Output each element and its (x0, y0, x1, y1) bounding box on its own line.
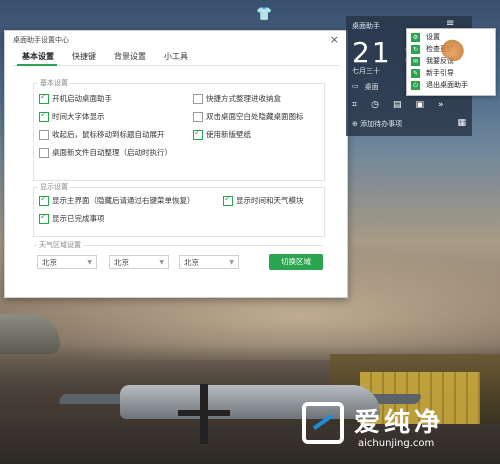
option-auto-start[interactable]: 开机启动桌面助手 (39, 92, 112, 104)
option-show-completed[interactable]: 显示已完成事项 (39, 212, 105, 224)
settings-window-title: 桌面助手设置中心 (13, 36, 69, 44)
option-label: 显示已完成事项 (52, 214, 105, 223)
option-label: 显示时间和天气模块 (236, 196, 304, 205)
settings-window: 桌面助手设置中心 × 基本设置 快捷键 背景设置 小工具 基本设置 开机启动桌面… (4, 30, 348, 298)
option-label: 桌面新文件自动整理（启动时执行） (52, 148, 172, 157)
checkbox-checked[interactable] (193, 128, 203, 140)
option-label: 时间大字体显示 (52, 112, 105, 121)
add-todo-label: 添加待办事项 (360, 120, 403, 128)
option-shortcut-box[interactable]: 快捷方式整理进收纳盒 (193, 93, 281, 104)
menu-item-exit[interactable]: ⏻ 退出桌面助手 (411, 80, 468, 90)
menu-item-label: 退出桌面助手 (426, 81, 468, 89)
chevron-down-icon: ▼ (229, 259, 234, 266)
chevron-down-icon: ▼ (159, 259, 164, 266)
widget-context-menu: ⚙ 设置 ↻ 检查更新 ✉ 我要反馈 ✎ 新手引导 ⏻ 退出桌面助手 (406, 28, 496, 96)
menu-item-label: 新手引导 (426, 69, 454, 77)
checkbox-checked[interactable] (39, 92, 49, 104)
select-value: 北京 (42, 258, 57, 267)
checkbox-checked[interactable] (39, 212, 49, 224)
more-icon[interactable]: » (438, 100, 444, 110)
group-title: 天气区域设置 (37, 240, 83, 250)
watermark-logo-icon (302, 402, 344, 444)
crop-icon[interactable]: ⌗ (352, 100, 357, 110)
option-hide-icons[interactable]: 双击桌面空白处隐藏桌面图标 (193, 111, 304, 122)
gear-icon: ⚙ (411, 32, 420, 42)
tab-widgets[interactable]: 小工具 (155, 51, 197, 66)
refresh-icon: ↻ (411, 44, 420, 54)
select-value: 北京 (114, 258, 129, 267)
exit-icon: ⏻ (411, 80, 420, 90)
feedback-icon: ✉ (411, 56, 420, 66)
watermark-brand: 爱纯净 (354, 408, 445, 438)
tab-background[interactable]: 背景设置 (105, 51, 155, 66)
grid-icon[interactable]: ▦ (457, 118, 466, 128)
option-label: 显示主界面（隐藏后请通过右键菜单恢复） (52, 196, 195, 205)
watermark-url: aichunjing.com (358, 438, 435, 449)
option-new-wallpaper[interactable]: 使用新版壁纸 (193, 128, 251, 140)
widget-date: 七月三十 (352, 67, 380, 75)
clock-icon[interactable]: ◷ (371, 100, 379, 110)
menu-item-settings[interactable]: ⚙ 设置 (411, 32, 440, 42)
note-icon[interactable]: ▤ (393, 100, 402, 110)
option-show-weather[interactable]: 显示时间和天气模块 (223, 194, 304, 206)
menu-item-label: 设置 (426, 33, 440, 41)
add-todo-button[interactable]: ⊕ 添加待办事项 (352, 119, 402, 129)
select-value: 北京 (184, 258, 199, 267)
province-select[interactable]: 北京 ▼ (37, 255, 97, 269)
tab-divider (13, 65, 339, 66)
checkbox[interactable] (193, 111, 203, 122)
option-large-font[interactable]: 时间大字体显示 (39, 110, 105, 122)
close-icon[interactable]: × (330, 33, 339, 46)
option-label: 双击桌面空白处隐藏桌面图标 (206, 112, 304, 121)
option-auto-expand[interactable]: 收起后，鼠标移动到标题自动展开 (39, 129, 165, 140)
switch-region-button[interactable]: 切换区域 (269, 254, 323, 270)
option-auto-organize[interactable]: 桌面新文件自动整理（启动时执行） (39, 147, 172, 158)
guide-icon: ✎ (411, 68, 420, 78)
active-tab-indicator (17, 64, 57, 66)
option-label: 使用新版壁纸 (206, 130, 251, 139)
checkbox-checked[interactable] (39, 110, 49, 122)
option-label: 收起后，鼠标移动到标题自动展开 (52, 130, 165, 139)
tshirt-icon[interactable]: 👕 (256, 7, 272, 22)
checkbox[interactable] (39, 129, 49, 140)
wallpaper-propeller-blade (178, 410, 230, 416)
widget-toolbar: ⌗ ◷ ▤ ▣ » (352, 100, 443, 110)
checkbox[interactable] (39, 147, 49, 158)
checkbox-checked[interactable] (39, 194, 49, 206)
monitor-icon[interactable]: ▭ (352, 82, 359, 92)
option-show-main[interactable]: 显示主界面（隐藏后请通过右键菜单恢复） (39, 194, 195, 206)
watermark: 爱纯净 aichunjing.com (302, 402, 492, 456)
chevron-down-icon: ▼ (87, 259, 92, 266)
city-select[interactable]: 北京 ▼ (109, 255, 169, 269)
district-select[interactable]: 北京 ▼ (179, 255, 239, 269)
tab-shortcuts[interactable]: 快捷键 (63, 51, 105, 66)
option-label: 开机启动桌面助手 (52, 94, 112, 103)
widget-row: ▭ 桌面 (352, 82, 379, 92)
checkbox[interactable] (193, 93, 203, 104)
group-title: 显示设置 (38, 182, 70, 192)
checkbox-checked[interactable] (223, 194, 233, 206)
widget-row-label[interactable]: 桌面 (365, 82, 379, 92)
screenshot-icon[interactable]: ▣ (415, 100, 424, 110)
group-title: 基本设置 (38, 78, 70, 88)
option-label: 快捷方式整理进收纳盒 (206, 94, 281, 103)
widget-title: 桌面助手 (352, 22, 380, 30)
menu-item-guide[interactable]: ✎ 新手引导 (411, 68, 454, 78)
